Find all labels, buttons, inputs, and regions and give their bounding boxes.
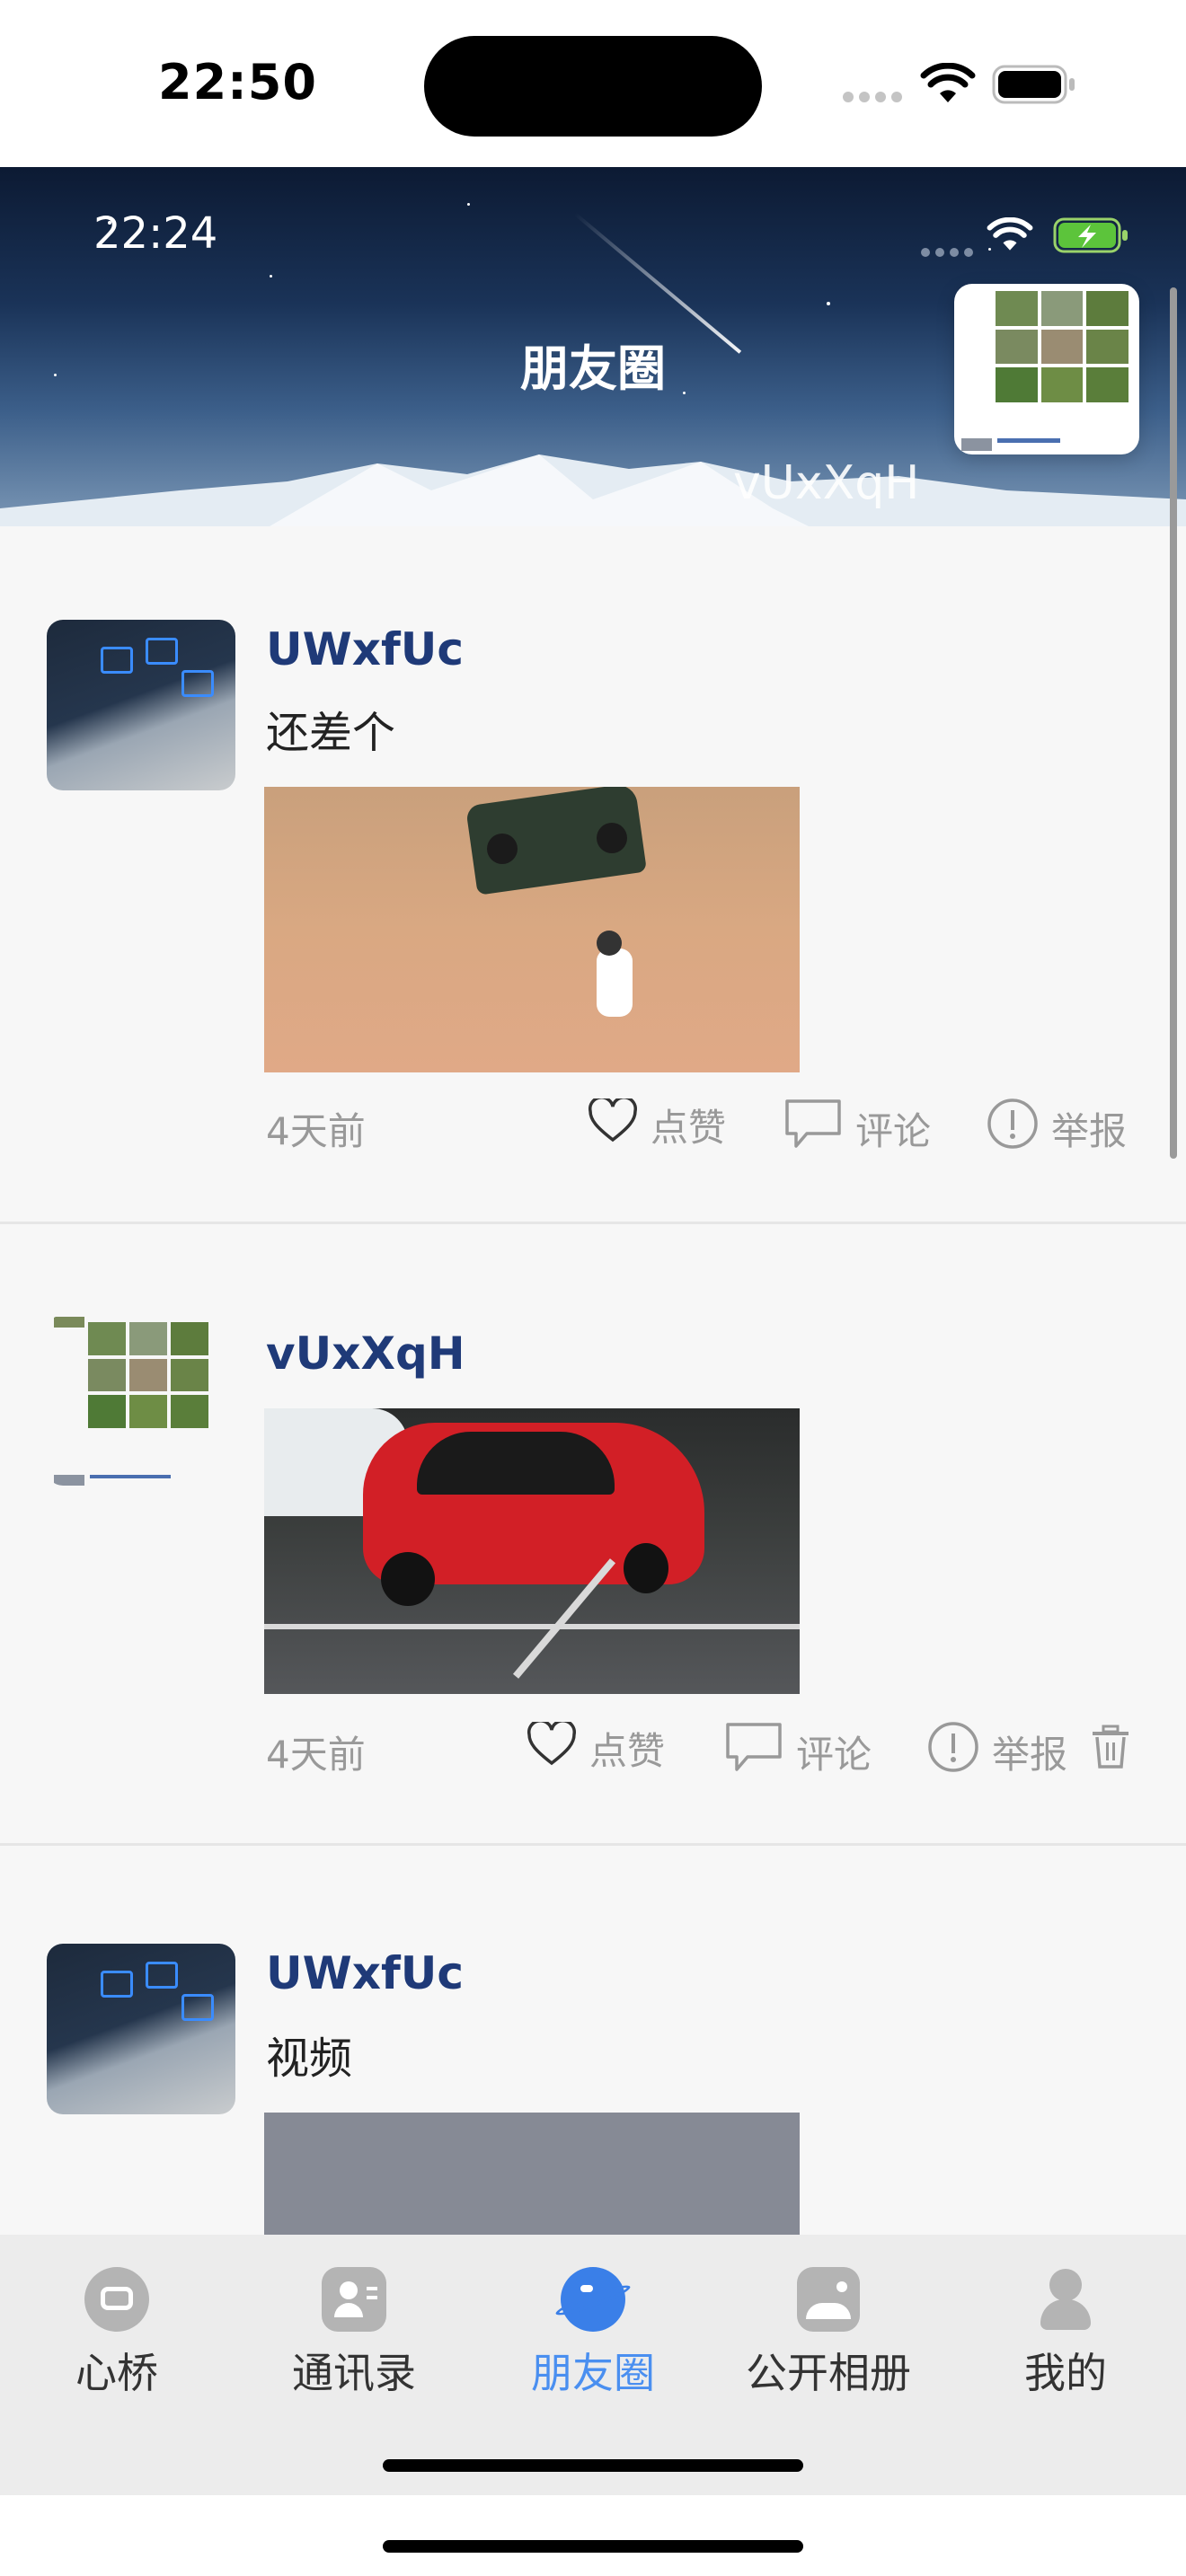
tab-label: 公开相册 bbox=[746, 2349, 911, 2397]
post-username[interactable]: vUxXqH bbox=[266, 1328, 465, 1380]
contacts-icon bbox=[322, 2267, 386, 2332]
post-image[interactable] bbox=[264, 787, 800, 1072]
device-status-bar: 22:50 bbox=[0, 0, 1186, 167]
photo-album-icon bbox=[797, 2267, 860, 2332]
feed-scrollbar[interactable] bbox=[1170, 287, 1177, 1159]
post-divider bbox=[0, 1222, 1186, 1224]
report-label: 举报 bbox=[992, 1732, 1068, 1777]
device-clock: 22:50 bbox=[158, 54, 317, 110]
post-username[interactable]: UWxfUc bbox=[266, 623, 464, 675]
embedded-battery-charging-icon bbox=[1053, 217, 1130, 257]
tab-label: 我的 bbox=[1024, 2349, 1107, 2397]
dynamic-island bbox=[424, 36, 762, 137]
comment-bubble-icon bbox=[783, 1098, 855, 1159]
heart-icon bbox=[527, 1718, 589, 1776]
report-button[interactable]: 举报 bbox=[987, 1098, 1127, 1159]
moments-feed[interactable]: UWxfUc 还差个 4天前 点赞 评论 举报 vUxXqH 4天前 点赞 评论… bbox=[0, 526, 1186, 2235]
report-exclamation-icon bbox=[987, 1098, 1051, 1159]
delete-button[interactable] bbox=[1091, 1725, 1143, 1778]
comment-button[interactable]: 评论 bbox=[783, 1098, 931, 1159]
battery-icon bbox=[992, 65, 1076, 108]
tab-public-album[interactable]: 公开相册 bbox=[739, 2267, 918, 2400]
inner-home-indicator bbox=[383, 2459, 803, 2472]
profile-icon bbox=[1033, 2267, 1098, 2332]
like-button[interactable]: 点赞 bbox=[588, 1095, 727, 1152]
like-label: 点赞 bbox=[589, 1729, 666, 1773]
post-avatar[interactable] bbox=[47, 1315, 235, 1486]
embedded-signal-dots-icon bbox=[920, 244, 974, 261]
report-exclamation-icon bbox=[927, 1721, 992, 1782]
header-username[interactable]: vUxXqH bbox=[733, 456, 919, 510]
post-time: 4天前 bbox=[266, 1109, 366, 1153]
wifi-icon bbox=[920, 62, 976, 110]
post-text: 还差个 bbox=[266, 708, 396, 758]
report-label: 举报 bbox=[1051, 1108, 1128, 1153]
post-text: 视频 bbox=[266, 2033, 353, 2084]
comment-label: 评论 bbox=[796, 1732, 872, 1777]
tab-heart-bridge[interactable]: 心桥 bbox=[27, 2267, 207, 2400]
embedded-status-time: 22:24 bbox=[93, 208, 218, 259]
comment-bubble-icon bbox=[724, 1721, 796, 1782]
heart-icon bbox=[588, 1095, 651, 1152]
like-label: 点赞 bbox=[651, 1106, 727, 1150]
tab-me[interactable]: 我的 bbox=[976, 2267, 1155, 2400]
post-image[interactable] bbox=[264, 1408, 800, 1694]
tab-contacts[interactable]: 通讯录 bbox=[264, 2267, 444, 2400]
post-video-thumbnail[interactable] bbox=[264, 2113, 800, 2235]
home-indicator[interactable] bbox=[383, 2540, 803, 2553]
tab-label: 心桥 bbox=[75, 2349, 158, 2397]
signal-dots-icon bbox=[841, 90, 902, 108]
post-time: 4天前 bbox=[266, 1733, 366, 1777]
report-button[interactable]: 举报 bbox=[927, 1721, 1067, 1782]
trash-icon bbox=[1091, 1725, 1143, 1778]
tab-label: 通讯录 bbox=[292, 2349, 416, 2397]
post-divider bbox=[0, 1843, 1186, 1846]
comment-label: 评论 bbox=[855, 1108, 932, 1153]
header-user-avatar[interactable] bbox=[954, 284, 1139, 454]
chat-bubble-icon bbox=[84, 2267, 149, 2332]
post-username[interactable]: UWxfUc bbox=[266, 1947, 464, 1999]
like-button[interactable]: 点赞 bbox=[527, 1718, 666, 1776]
embedded-wifi-icon bbox=[987, 216, 1033, 257]
avatar-photo-grid bbox=[996, 291, 1128, 402]
comment-button[interactable]: 评论 bbox=[724, 1721, 872, 1782]
planet-icon bbox=[553, 2267, 633, 2332]
tab-label: 朋友圈 bbox=[531, 2349, 655, 2397]
bottom-tab-bar: 心桥 通讯录 朋友圈 公开相册 我的 bbox=[0, 2235, 1186, 2495]
tab-moments[interactable]: 朋友圈 bbox=[503, 2267, 683, 2400]
post-avatar[interactable] bbox=[47, 1944, 235, 2114]
post-avatar[interactable] bbox=[47, 620, 235, 790]
